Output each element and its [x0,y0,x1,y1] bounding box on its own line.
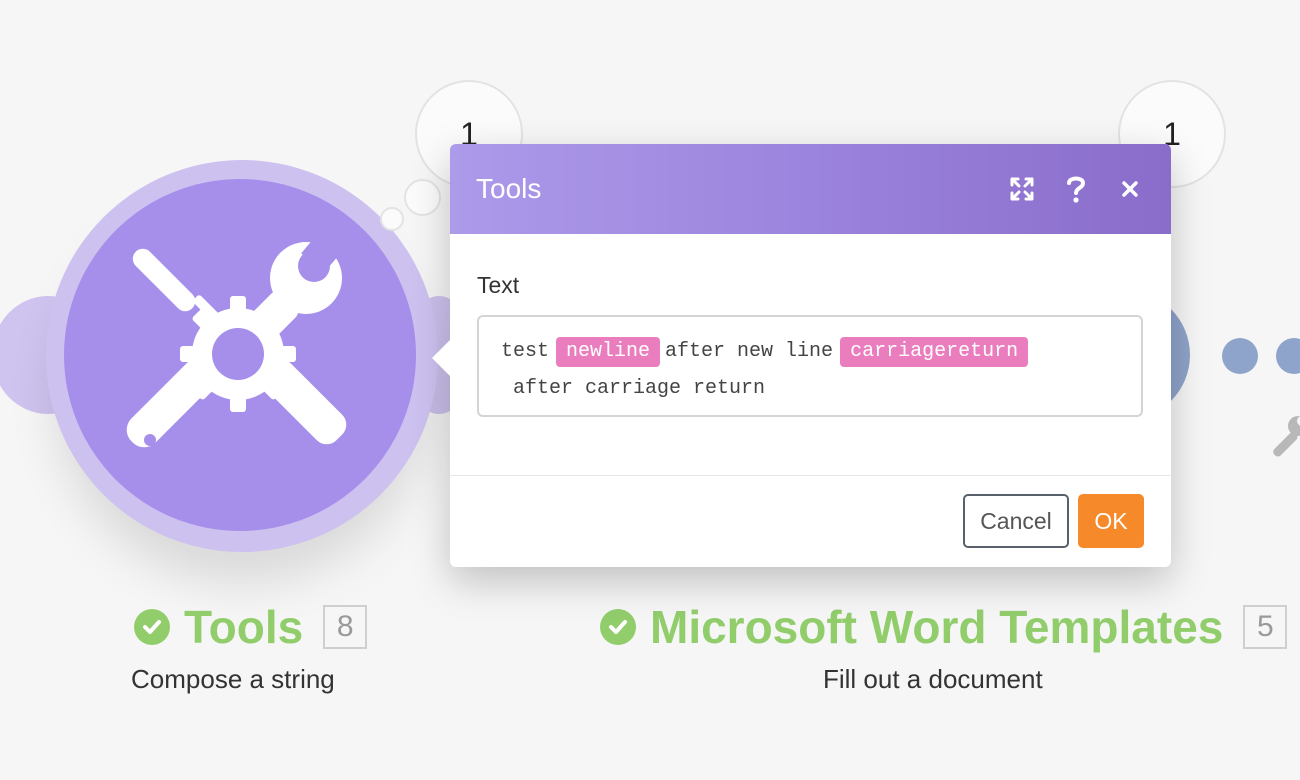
carriagereturn-pill[interactable]: carriagereturn [840,337,1029,367]
tools-module-subtitle: Compose a string [131,664,335,694]
dialog-title: Tools [476,173,542,204]
word-module-title: Microsoft Word Templates 5 [600,600,1288,654]
tools-module-title: Tools 8 [134,600,368,654]
tools-module-name: Tools [184,601,304,653]
text-token: after new line [665,340,834,363]
text-input[interactable]: test newline after new line carriagereturn a… [477,315,1143,417]
module-id-badge: 5 [1243,605,1288,649]
connector-dot [1276,338,1300,374]
dialog-pointer [432,340,450,376]
connector-dot [1222,338,1258,374]
bubble-tail-small [380,207,404,231]
tools-icon [126,236,347,448]
module-settings-dialog: Tools Text test newline after new line c… [432,144,1171,567]
text-field-label: Text [477,272,520,298]
word-module-name: Microsoft Word Templates [650,601,1224,653]
dialog-header: Tools [450,144,1171,234]
check-icon [134,609,170,645]
text-token: test [501,340,550,363]
text-token: after carriage return [513,377,766,400]
scenario-canvas: 1 1 Tools 8 Compose a string Microsoft W… [0,0,1300,780]
check-icon [600,609,636,645]
cancel-button[interactable]: Cancel [963,494,1069,548]
dialog-body: Text test newline after new line carriagere… [450,234,1171,476]
newline-pill[interactable]: newline [556,337,661,367]
bubble-tail-large [404,179,441,216]
module-id-badge: 8 [323,605,368,649]
help-icon[interactable] [1061,174,1091,204]
wrench-icon[interactable] [1268,410,1300,462]
word-module-subtitle: Fill out a document [823,664,1043,694]
expand-icon[interactable] [1007,174,1037,204]
dialog-footer: Cancel OK [450,476,1171,566]
close-icon[interactable] [1115,174,1145,204]
ok-button[interactable]: OK [1078,494,1144,548]
